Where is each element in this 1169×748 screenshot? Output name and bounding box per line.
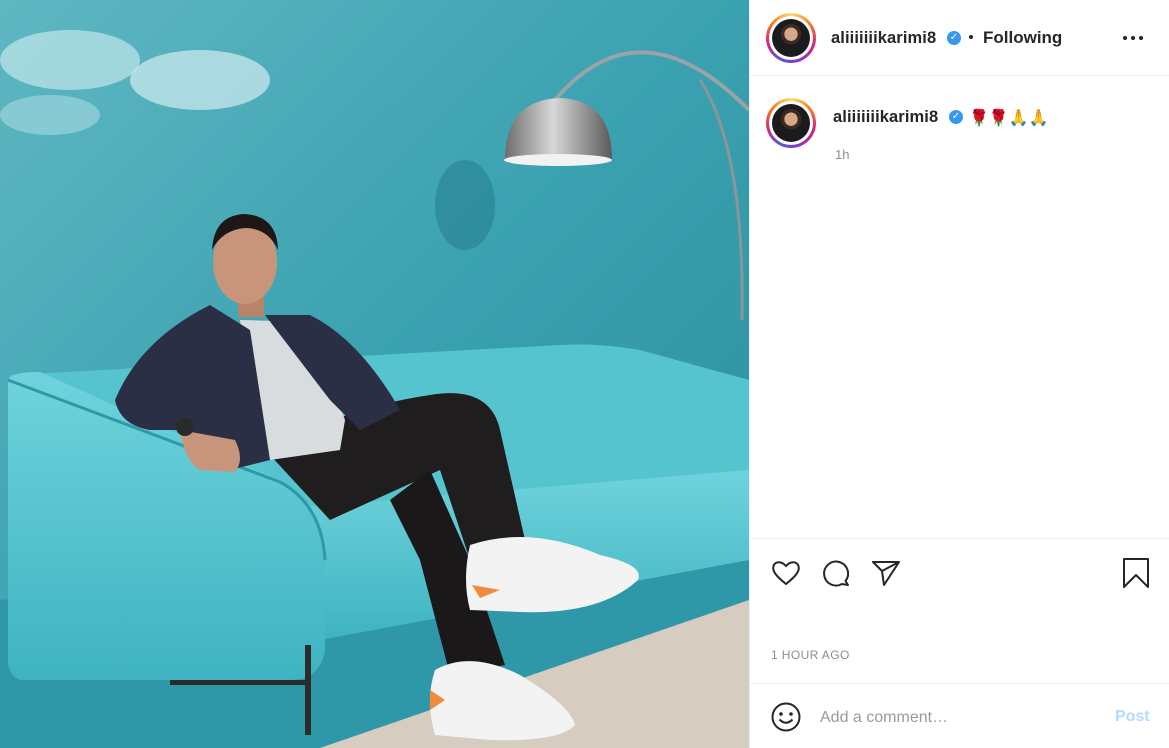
comment-bubble-icon[interactable] bbox=[820, 557, 852, 589]
post-photo[interactable] bbox=[0, 0, 749, 748]
avatar-photo bbox=[772, 104, 810, 142]
heart-icon[interactable] bbox=[770, 557, 802, 589]
verified-badge-icon: ✓ bbox=[949, 110, 963, 124]
separator-dot bbox=[969, 35, 973, 39]
post-header: aliiiiiiikarimi8 ✓ Following bbox=[750, 0, 1169, 76]
more-options-icon[interactable] bbox=[1123, 29, 1147, 47]
avatar-photo bbox=[772, 19, 810, 57]
caption-username[interactable]: aliiiiiiikarimi8 bbox=[833, 108, 938, 127]
following-button[interactable]: Following bbox=[983, 28, 1062, 48]
bookmark-icon[interactable] bbox=[1120, 557, 1152, 589]
post-timestamp[interactable]: 1 HOUR AGO bbox=[771, 648, 850, 662]
post-photo-illustration bbox=[0, 0, 749, 748]
paper-plane-icon[interactable] bbox=[870, 557, 902, 589]
comment-bar: Post bbox=[750, 683, 1169, 748]
caption-text: 🌹🌹🙏🙏 bbox=[969, 110, 1049, 127]
post-comment-button[interactable]: Post bbox=[1115, 708, 1150, 726]
verified-badge-icon: ✓ bbox=[947, 31, 961, 45]
post-side-panel: aliiiiiiikarimi8 ✓ Following aliiiiiiika… bbox=[749, 0, 1169, 748]
caption-avatar[interactable] bbox=[766, 98, 816, 148]
action-bar bbox=[750, 538, 1169, 604]
comment-input[interactable] bbox=[820, 706, 1100, 730]
author-username[interactable]: aliiiiiiikarimi8 bbox=[831, 29, 936, 48]
relative-time[interactable]: 1h bbox=[835, 147, 849, 162]
smiley-icon[interactable] bbox=[770, 701, 802, 733]
author-avatar[interactable] bbox=[766, 13, 816, 63]
